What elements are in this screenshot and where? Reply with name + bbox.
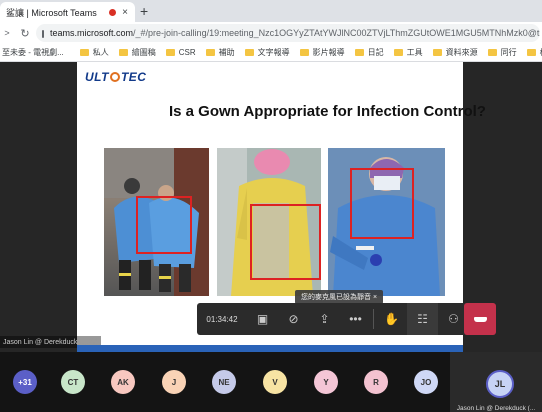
bookmark-folder[interactable]: 同行	[487, 47, 517, 58]
more-actions-icon[interactable]: •••	[340, 303, 371, 335]
browser-tab-strip: 鲨讓 | Microsoft Teams × +	[0, 0, 542, 22]
self-name: Jason Lin @ Derekduck (...	[456, 405, 536, 412]
folder-icon	[118, 49, 128, 56]
bookmark-label: 工具	[406, 48, 423, 57]
raise-hand-icon[interactable]: ✋	[376, 303, 407, 335]
bookmark-folder[interactable]: 日記	[354, 47, 384, 58]
slide-photo-responders	[104, 148, 209, 296]
folder-icon	[432, 49, 442, 56]
bookmark-label: 補助	[218, 48, 235, 57]
tab-close-icon[interactable]: ×	[122, 7, 128, 18]
avatar-initials: JL	[494, 379, 506, 389]
camera-off-icon[interactable]: ▣	[247, 303, 278, 335]
avatar[interactable]: AK	[111, 370, 135, 394]
bookmarks-bar: 至未委 - 電視劇... 私人 繪圖稿 CSR 補助 文字報導 影片報導 日記 …	[0, 44, 542, 62]
folder-icon	[244, 49, 254, 56]
bookmark-label: 日記	[367, 48, 384, 57]
bookmark-label: CSR	[178, 48, 196, 57]
mic-muted-banner[interactable]: 您的麥克風已設為靜音 ×	[295, 290, 384, 304]
url-host: teams.microsoft.com	[50, 28, 134, 38]
folder-icon	[487, 49, 497, 56]
reload-icon[interactable]: ↻	[14, 27, 36, 40]
avatar-initials: R	[373, 377, 379, 387]
slide-title: Is a Gown Appropriate for Infection Cont…	[169, 103, 486, 120]
bookmark-label: 文字報導	[257, 48, 290, 57]
logo-text-left: ULT	[85, 70, 109, 84]
avatar-initials: J	[171, 377, 177, 387]
ultitec-logo: ULT TEC	[85, 70, 146, 84]
forward-icon[interactable]: >	[0, 28, 14, 38]
chat-icon[interactable]: ☷	[407, 303, 438, 335]
share-screen-icon[interactable]: ⇪	[309, 303, 340, 335]
mic-off-icon[interactable]: ⊘	[278, 303, 309, 335]
avatar-initials: V	[272, 377, 278, 387]
bookmark-folder[interactable]: 私人	[79, 47, 109, 58]
control-separator	[373, 309, 374, 329]
avatar[interactable]: V	[263, 370, 287, 394]
highlight-box	[250, 204, 321, 280]
bookmark-folder[interactable]: 補助	[205, 47, 235, 58]
folder-icon	[393, 49, 403, 56]
hang-up-button[interactable]	[464, 303, 496, 335]
avatar-initials: +31	[18, 377, 32, 387]
folder-icon	[526, 49, 536, 56]
call-timer: 01:34:42	[206, 314, 238, 324]
avatar-initials: NE	[218, 377, 230, 387]
bookmark-folder[interactable]: CSR	[165, 48, 196, 57]
address-bar: > ↻ teams.microsoft.com /_#/pre-join-cal…	[0, 22, 542, 44]
highlight-box	[350, 168, 414, 239]
avatar[interactable]: Y	[314, 370, 338, 394]
avatar-initials: AK	[117, 377, 129, 387]
folder-icon	[205, 49, 215, 56]
lock-icon	[42, 30, 44, 38]
folder-icon	[299, 49, 309, 56]
slide-photo-yellow-gown	[217, 148, 321, 296]
bookmark-label: 同行	[500, 48, 517, 57]
more-participants-avatar[interactable]: +31	[13, 370, 37, 394]
avatar-initials: CT	[67, 377, 79, 387]
hang-up-icon	[473, 316, 487, 322]
bookmark-label: 影片報導	[312, 48, 345, 57]
folder-icon	[79, 49, 89, 56]
avatar[interactable]: J	[162, 370, 186, 394]
url-path: /_#/pre-join-calling/19:meeting_Nzc1OGYy…	[133, 28, 540, 38]
logo-text-right: TEC	[120, 70, 147, 84]
logo-mark-icon	[109, 72, 120, 82]
bookmark-folder[interactable]: 標籤	[526, 47, 542, 58]
highlight-box	[136, 196, 192, 254]
bookmark-label: 繪圖稿	[131, 48, 156, 57]
meeting-control-bar: 01:34:42 ▣ ⊘ ⇪ ••• ✋ ☷ ⚇	[197, 303, 496, 335]
browser-tab[interactable]: 鲨讓 | Microsoft Teams ×	[0, 2, 135, 22]
presenter-name: Jason Lin @ Derekduck	[3, 339, 78, 346]
bookmark-label: 至未委 - 電視劇...	[2, 48, 64, 57]
bookmark-item[interactable]: 至未委 - 電視劇...	[2, 47, 64, 58]
slide-photo-blue-gown	[328, 148, 445, 296]
bookmark-folder[interactable]: 繪圖稿	[118, 47, 156, 58]
self-avatar: JL	[486, 370, 514, 398]
url-field[interactable]: teams.microsoft.com /_#/pre-join-calling…	[36, 24, 540, 42]
avatar[interactable]: CT	[61, 370, 85, 394]
recording-indicator-icon	[109, 8, 117, 16]
bookmark-label: 私人	[92, 48, 109, 57]
bookmark-label: 資料來源	[445, 48, 478, 57]
bookmark-folder[interactable]: 影片報導	[299, 47, 345, 58]
folder-icon	[165, 49, 175, 56]
avatar[interactable]: NE	[212, 370, 236, 394]
avatar-initials: JO	[420, 377, 432, 387]
share-indicator-bar	[77, 345, 463, 352]
new-tab-button[interactable]: +	[140, 3, 148, 19]
self-view-tile[interactable]: JL Jason Lin @ Derekduck (...	[450, 352, 542, 412]
folder-icon	[354, 49, 364, 56]
bookmark-folder[interactable]: 資料來源	[432, 47, 478, 58]
bookmark-folder[interactable]: 文字報導	[244, 47, 290, 58]
tab-title: 鲨讓 | Microsoft Teams	[6, 7, 97, 18]
bookmark-folder[interactable]: 工具	[393, 47, 423, 58]
avatar[interactable]: JO	[414, 370, 438, 394]
avatar[interactable]: R	[364, 370, 388, 394]
avatar-initials: Y	[323, 377, 329, 387]
